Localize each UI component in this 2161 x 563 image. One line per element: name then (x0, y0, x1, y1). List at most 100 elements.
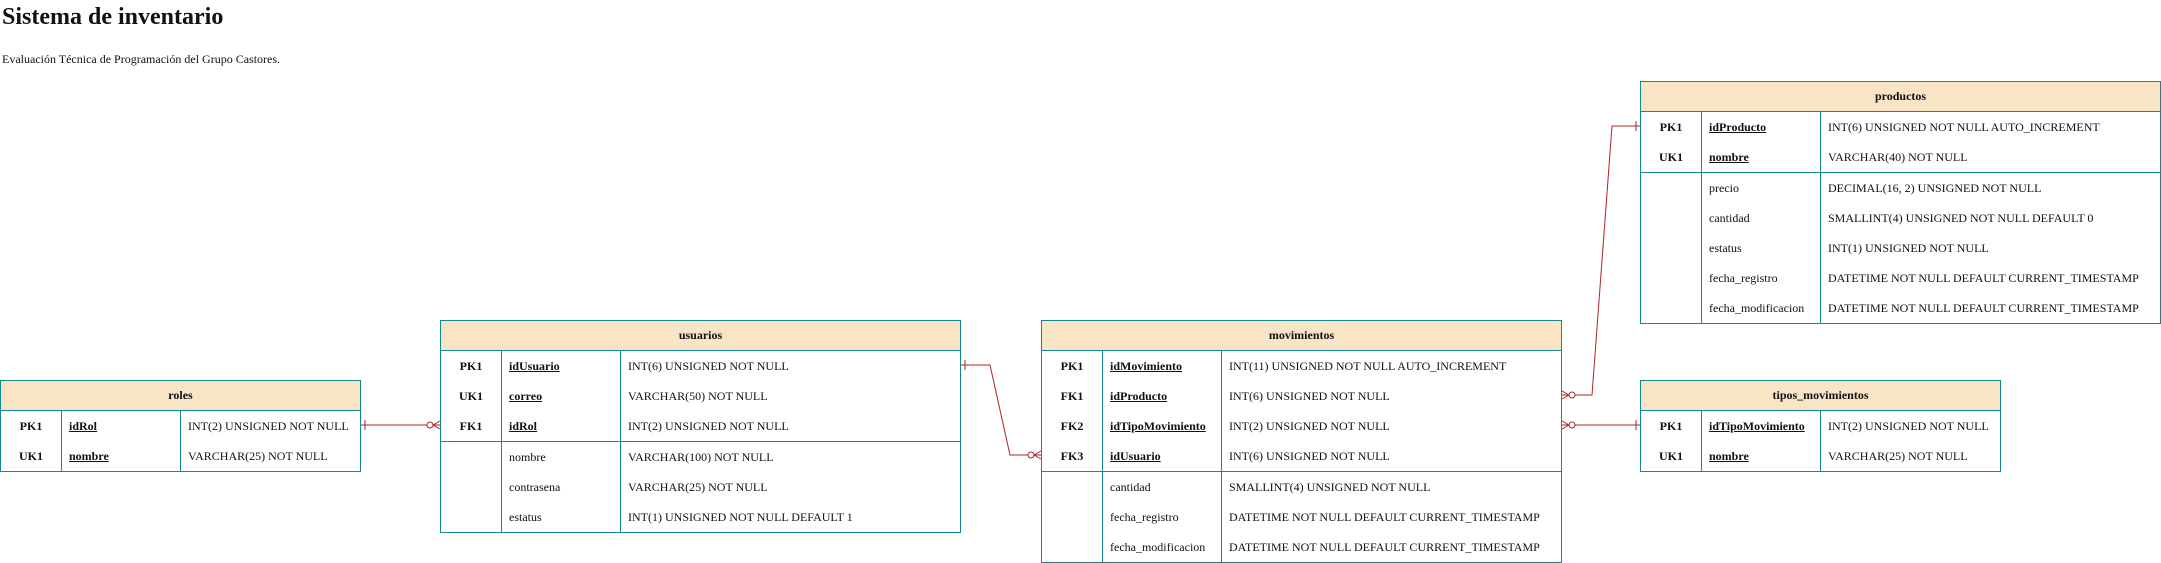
key-cell (1641, 263, 1702, 293)
key-cell: UK1 (1, 441, 62, 471)
table-row: PK1 idTipoMovimiento INT(2) UNSIGNED NOT… (1641, 411, 2000, 441)
entity-header: usuarios (441, 321, 960, 351)
table-row: UK1 correo VARCHAR(50) NOT NULL (441, 381, 960, 411)
table-row: fecha_modificacion DATETIME NOT NULL DEF… (1042, 532, 1561, 562)
table-row: FK2 idTipoMovimiento INT(2) UNSIGNED NOT… (1042, 411, 1561, 441)
column-type-cell: INT(6) UNSIGNED NOT NULL AUTO_INCREMENT (1828, 120, 2100, 134)
crows-foot-marker (1561, 420, 1570, 430)
column-type-cell: DATETIME NOT NULL DEFAULT CURRENT_TIMEST… (1828, 301, 2139, 315)
column-type-cell: INT(2) UNSIGNED NOT NULL (1828, 419, 1989, 433)
column-type-cell: INT(2) UNSIGNED NOT NULL (188, 419, 349, 433)
crows-foot-marker (432, 420, 441, 430)
column-type-cell: INT(2) UNSIGNED NOT NULL (1229, 419, 1390, 433)
column-type-cell: VARCHAR(25) NOT NULL (188, 449, 328, 463)
column-name-cell: idUsuario (502, 351, 621, 381)
column-name-cell: fecha_modificacion (1702, 293, 1821, 323)
column-type-cell: INT(2) UNSIGNED NOT NULL (628, 419, 789, 433)
table-row: contrasena VARCHAR(25) NOT NULL (441, 472, 960, 502)
column-name-cell: estatus (1702, 233, 1821, 263)
column-type-cell: VARCHAR(25) NOT NULL (628, 480, 768, 494)
column-type-cell: INT(6) UNSIGNED NOT NULL (1229, 449, 1390, 463)
table-row: cantidad SMALLINT(4) UNSIGNED NOT NULL D… (1641, 203, 2160, 233)
table-row: PK1 idMovimiento INT(11) UNSIGNED NOT NU… (1042, 351, 1561, 381)
column-name-cell: idProducto (1702, 112, 1821, 142)
column-type-cell: DECIMAL(16, 2) UNSIGNED NOT NULL (1828, 181, 2042, 195)
table-row: estatus INT(1) UNSIGNED NOT NULL DEFAULT… (441, 502, 960, 532)
column-name-cell: idMovimiento (1103, 351, 1222, 381)
column-name-cell: fecha_modificacion (1103, 532, 1222, 562)
column-name-cell: idProducto (1103, 381, 1222, 411)
table-row: PK1 idProducto INT(6) UNSIGNED NOT NULL … (1641, 112, 2160, 142)
key-cell (441, 502, 502, 532)
table-row: FK1 idRol INT(2) UNSIGNED NOT NULL (441, 411, 960, 441)
key-cell (441, 442, 502, 472)
key-cell (1042, 502, 1103, 532)
column-type-cell: INT(6) UNSIGNED NOT NULL (1229, 389, 1390, 403)
column-name-cell: fecha_registro (1103, 502, 1222, 532)
column-type-cell: DATETIME NOT NULL DEFAULT CURRENT_TIMEST… (1229, 510, 1540, 524)
column-type-cell: SMALLINT(4) UNSIGNED NOT NULL (1229, 480, 1431, 494)
entity-roles[interactable]: roles PK1 idRol INT(2) UNSIGNED NOT NULL… (0, 380, 361, 472)
table-row: fecha_registro DATETIME NOT NULL DEFAULT… (1042, 502, 1561, 532)
key-cell (441, 472, 502, 502)
table-row: cantidad SMALLINT(4) UNSIGNED NOT NULL (1042, 471, 1561, 502)
key-cell: FK2 (1042, 411, 1103, 441)
key-cell: PK1 (1641, 411, 1702, 441)
key-cell (1042, 532, 1103, 562)
key-cell: PK1 (441, 351, 502, 381)
key-cell (1042, 472, 1103, 502)
key-cell (1641, 173, 1702, 203)
table-row: estatus INT(1) UNSIGNED NOT NULL (1641, 233, 2160, 263)
entity-header: productos (1641, 82, 2160, 112)
table-row: FK3 idUsuario INT(6) UNSIGNED NOT NULL (1042, 441, 1561, 471)
column-name-cell: estatus (502, 502, 621, 532)
column-name-cell: cantidad (1702, 203, 1821, 233)
table-row: UK1 nombre VARCHAR(40) NOT NULL (1641, 142, 2160, 172)
column-type-cell: INT(11) UNSIGNED NOT NULL AUTO_INCREMENT (1229, 359, 1507, 373)
entity-usuarios[interactable]: usuarios PK1 idUsuario INT(6) UNSIGNED N… (440, 320, 961, 533)
column-name-cell: idTipoMovimiento (1702, 411, 1821, 441)
zero-cardinality-marker (1568, 391, 1576, 399)
key-cell: FK1 (441, 411, 502, 441)
key-cell: PK1 (1641, 112, 1702, 142)
column-type-cell: INT(1) UNSIGNED NOT NULL DEFAULT 1 (628, 510, 853, 524)
zero-cardinality-marker (1568, 421, 1576, 429)
column-type-cell: DATETIME NOT NULL DEFAULT CURRENT_TIMEST… (1229, 540, 1540, 554)
key-cell: UK1 (1641, 441, 1702, 471)
column-name-cell: correo (502, 381, 621, 411)
relation-productos-movimientos (1562, 125, 1640, 396)
table-row: PK1 idRol INT(2) UNSIGNED NOT NULL (1, 411, 360, 441)
key-cell (1641, 293, 1702, 323)
column-type-cell: VARCHAR(100) NOT NULL (628, 450, 774, 464)
key-cell: UK1 (1641, 142, 1702, 172)
column-name-cell: cantidad (1103, 472, 1222, 502)
table-row: precio DECIMAL(16, 2) UNSIGNED NOT NULL (1641, 172, 2160, 203)
table-row: fecha_modificacion DATETIME NOT NULL DEF… (1641, 293, 2160, 323)
table-row: UK1 nombre VARCHAR(25) NOT NULL (1641, 441, 2000, 471)
entity-productos[interactable]: productos PK1 idProducto INT(6) UNSIGNED… (1640, 81, 2161, 324)
entity-header: roles (1, 381, 360, 411)
relation-usuarios-movimientos (961, 364, 1041, 456)
column-type-cell: VARCHAR(25) NOT NULL (1828, 449, 1968, 463)
entity-tipos-movimientos[interactable]: tipos_movimientos PK1 idTipoMovimiento I… (1640, 380, 2001, 472)
column-type-cell: SMALLINT(4) UNSIGNED NOT NULL DEFAULT 0 (1828, 211, 2094, 225)
column-name-cell: nombre (1702, 142, 1821, 172)
key-cell: PK1 (1042, 351, 1103, 381)
column-type-cell: INT(1) UNSIGNED NOT NULL (1828, 241, 1989, 255)
column-name-cell: precio (1702, 173, 1821, 203)
column-name-cell: nombre (1702, 441, 1821, 471)
table-row: FK1 idProducto INT(6) UNSIGNED NOT NULL (1042, 381, 1561, 411)
column-name-cell: idUsuario (1103, 441, 1222, 471)
column-name-cell: nombre (62, 441, 181, 471)
key-cell: FK1 (1042, 381, 1103, 411)
column-type-cell: VARCHAR(40) NOT NULL (1828, 150, 1968, 164)
table-row: nombre VARCHAR(100) NOT NULL (441, 441, 960, 472)
entity-header: movimientos (1042, 321, 1561, 351)
entity-movimientos[interactable]: movimientos PK1 idMovimiento INT(11) UNS… (1041, 320, 1562, 563)
column-type-cell: DATETIME NOT NULL DEFAULT CURRENT_TIMEST… (1828, 271, 2139, 285)
key-cell: PK1 (1, 411, 62, 441)
table-row: UK1 nombre VARCHAR(25) NOT NULL (1, 441, 360, 471)
key-cell (1641, 203, 1702, 233)
column-name-cell: idRol (62, 411, 181, 441)
zero-cardinality-marker (1027, 451, 1035, 459)
